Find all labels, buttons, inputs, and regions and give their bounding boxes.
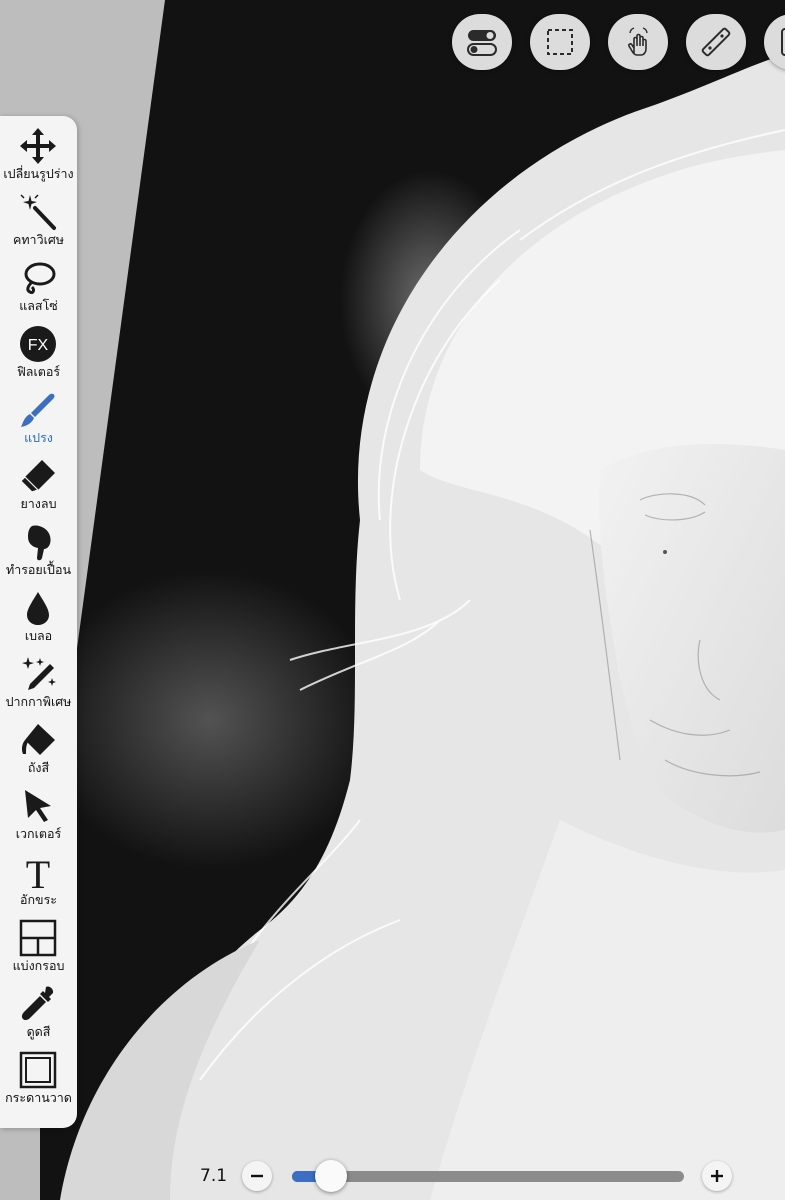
tool-eyedropper[interactable]: ดูดสี [0, 982, 77, 1048]
frame-divider-icon [19, 919, 57, 957]
brush-size-slider[interactable] [292, 1171, 684, 1182]
tool-label: แลสโซ่ [19, 298, 58, 313]
magic-wand-icon [20, 194, 56, 230]
paint-bucket-icon [21, 724, 55, 755]
fx-filter-icon: FX [20, 326, 56, 362]
tool-blur[interactable]: เบลอ [0, 586, 77, 652]
svg-text:FX: FX [28, 337, 49, 354]
brush-size-increase-button[interactable] [702, 1161, 732, 1191]
brush-size-slider-thumb[interactable] [315, 1160, 348, 1192]
tool-canvas[interactable]: กระดานวาด [0, 1048, 77, 1114]
tool-label: ดูดสี [26, 1024, 51, 1039]
tool-label: เปลี่ยนรูปร่าง [3, 166, 74, 181]
tool-label: แปรง [24, 430, 53, 445]
brush-icon [21, 393, 55, 427]
toggle-button[interactable] [452, 14, 512, 70]
tool-label: อักขระ [19, 892, 58, 907]
tool-label: เบลอ [24, 628, 53, 643]
tool-lasso[interactable]: แลสโซ่ [0, 256, 77, 322]
tool-eraser[interactable]: ยางลบ [0, 454, 77, 520]
special-pen-icon [22, 657, 56, 690]
tool-label: ปากกาพิเศษ [5, 694, 72, 709]
tool-paint-bucket[interactable]: ถังสี [0, 718, 77, 784]
plus-icon [711, 1170, 723, 1182]
tool-filter[interactable]: FX ฟิลเตอร์ [0, 322, 77, 388]
touch-gesture-icon [628, 27, 648, 56]
toggle-switch-icon [467, 30, 497, 56]
tool-label: แบ่งกรอบ [12, 958, 65, 973]
tool-label: ฟิลเตอร์ [16, 364, 61, 379]
vector-arrow-icon [25, 790, 51, 822]
tool-label: เวกเตอร์ [15, 826, 62, 841]
tool-frame-divider[interactable]: แบ่งกรอบ [0, 916, 77, 982]
eyedropper-icon [21, 986, 54, 1021]
minus-icon [251, 1174, 263, 1178]
tool-label: ถังสี [27, 760, 50, 775]
tool-label: กระดานวาด [5, 1090, 72, 1105]
tool-label: คทาวิเศษ [12, 232, 65, 247]
ruler-icon [701, 27, 731, 57]
tool-vector[interactable]: เวกเตอร์ [0, 784, 77, 850]
svg-text:T: T [26, 852, 50, 892]
tool-text[interactable]: T อักขระ [0, 850, 77, 916]
tool-magic-wand[interactable]: คทาวิเศษ [0, 190, 77, 256]
dashed-selection-icon [547, 29, 573, 55]
text-icon: T [26, 852, 50, 892]
tool-panel: เปลี่ยนรูปร่าง คทาวิเศษ แลสโซ่ FX ฟิลเตอ… [0, 116, 77, 1128]
selection-button[interactable] [530, 14, 590, 70]
tool-smudge[interactable]: ทำรอยเปื้อน [0, 520, 77, 586]
eraser-icon [20, 460, 55, 493]
tool-label: ทำรอยเปื้อน [5, 562, 72, 577]
brush-size-decrease-button[interactable] [242, 1161, 272, 1191]
blur-drop-icon [27, 592, 49, 625]
smudge-icon [28, 525, 51, 561]
canvas-icon [19, 1051, 57, 1089]
tool-brush[interactable]: แปรง [0, 388, 77, 454]
lasso-icon [24, 262, 56, 294]
tool-label: ยางลบ [20, 496, 57, 511]
drawing-canvas[interactable] [0, 0, 785, 1200]
layer-panel-icon [781, 28, 785, 56]
tool-special-pen[interactable]: ปากกาพิเศษ [0, 652, 77, 718]
ruler-button[interactable] [686, 14, 746, 70]
tool-transform[interactable]: เปลี่ยนรูปร่าง [0, 124, 77, 190]
touch-gesture-button[interactable] [608, 14, 668, 70]
brush-size-value: 7.1 [200, 1166, 228, 1186]
move-arrows-icon [20, 128, 56, 164]
